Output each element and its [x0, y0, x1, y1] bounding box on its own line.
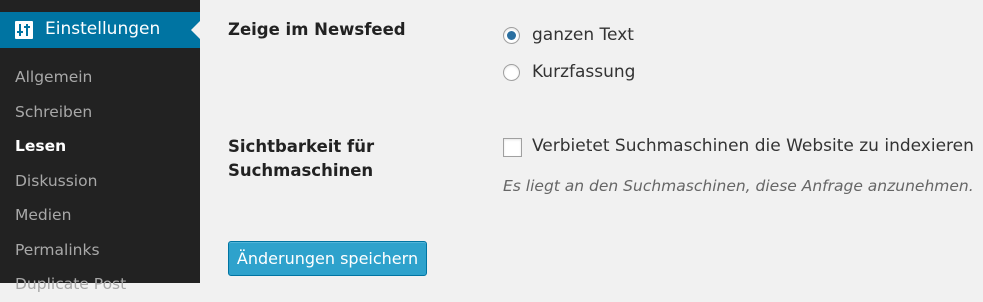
submenu-item-duplicate-post[interactable]: Duplicate Post — [0, 267, 200, 302]
radio-selected-dot — [507, 31, 516, 40]
submenu-item-diskussion[interactable]: Diskussion — [0, 164, 200, 199]
submenu-item-medien[interactable]: Medien — [0, 198, 200, 233]
visibility-label: Sichtbarkeit für Suchmaschinen — [228, 135, 374, 183]
submenu-item-permalinks[interactable]: Permalinks — [0, 233, 200, 268]
radio-full-text-label[interactable]: ganzen Text — [532, 23, 634, 47]
settings-submenu: Allgemein Schreiben Lesen Diskussion Med… — [0, 60, 200, 302]
visibility-label-line2: Suchmaschinen — [228, 161, 374, 180]
submenu-item-lesen[interactable]: Lesen — [0, 129, 200, 164]
current-menu-arrow — [191, 21, 200, 39]
discourage-search-engines-label[interactable]: Verbietet Suchmaschinen die Website zu i… — [532, 134, 974, 158]
save-changes-button[interactable]: Änderungen speichern — [228, 241, 427, 276]
radio-summary-label[interactable]: Kurzfassung — [532, 60, 635, 84]
visibility-label-line1: Sichtbarkeit für — [228, 137, 375, 156]
menu-label: Einstellungen — [45, 19, 161, 39]
newsfeed-label: Zeige im Newsfeed — [228, 20, 406, 39]
menu-item-einstellungen[interactable]: Einstellungen — [0, 12, 200, 48]
radio-full-text[interactable] — [503, 27, 520, 44]
settings-sliders-icon — [15, 21, 33, 39]
search-engine-hint: Es liegt an den Suchmaschinen, diese Anf… — [503, 177, 974, 195]
radio-summary[interactable] — [503, 64, 520, 81]
submenu-item-allgemein[interactable]: Allgemein — [0, 60, 200, 95]
admin-sidebar: Einstellungen Allgemein Schreiben Lesen … — [0, 0, 200, 293]
discourage-search-engines-checkbox[interactable] — [503, 138, 522, 157]
submenu-item-schreiben[interactable]: Schreiben — [0, 95, 200, 130]
